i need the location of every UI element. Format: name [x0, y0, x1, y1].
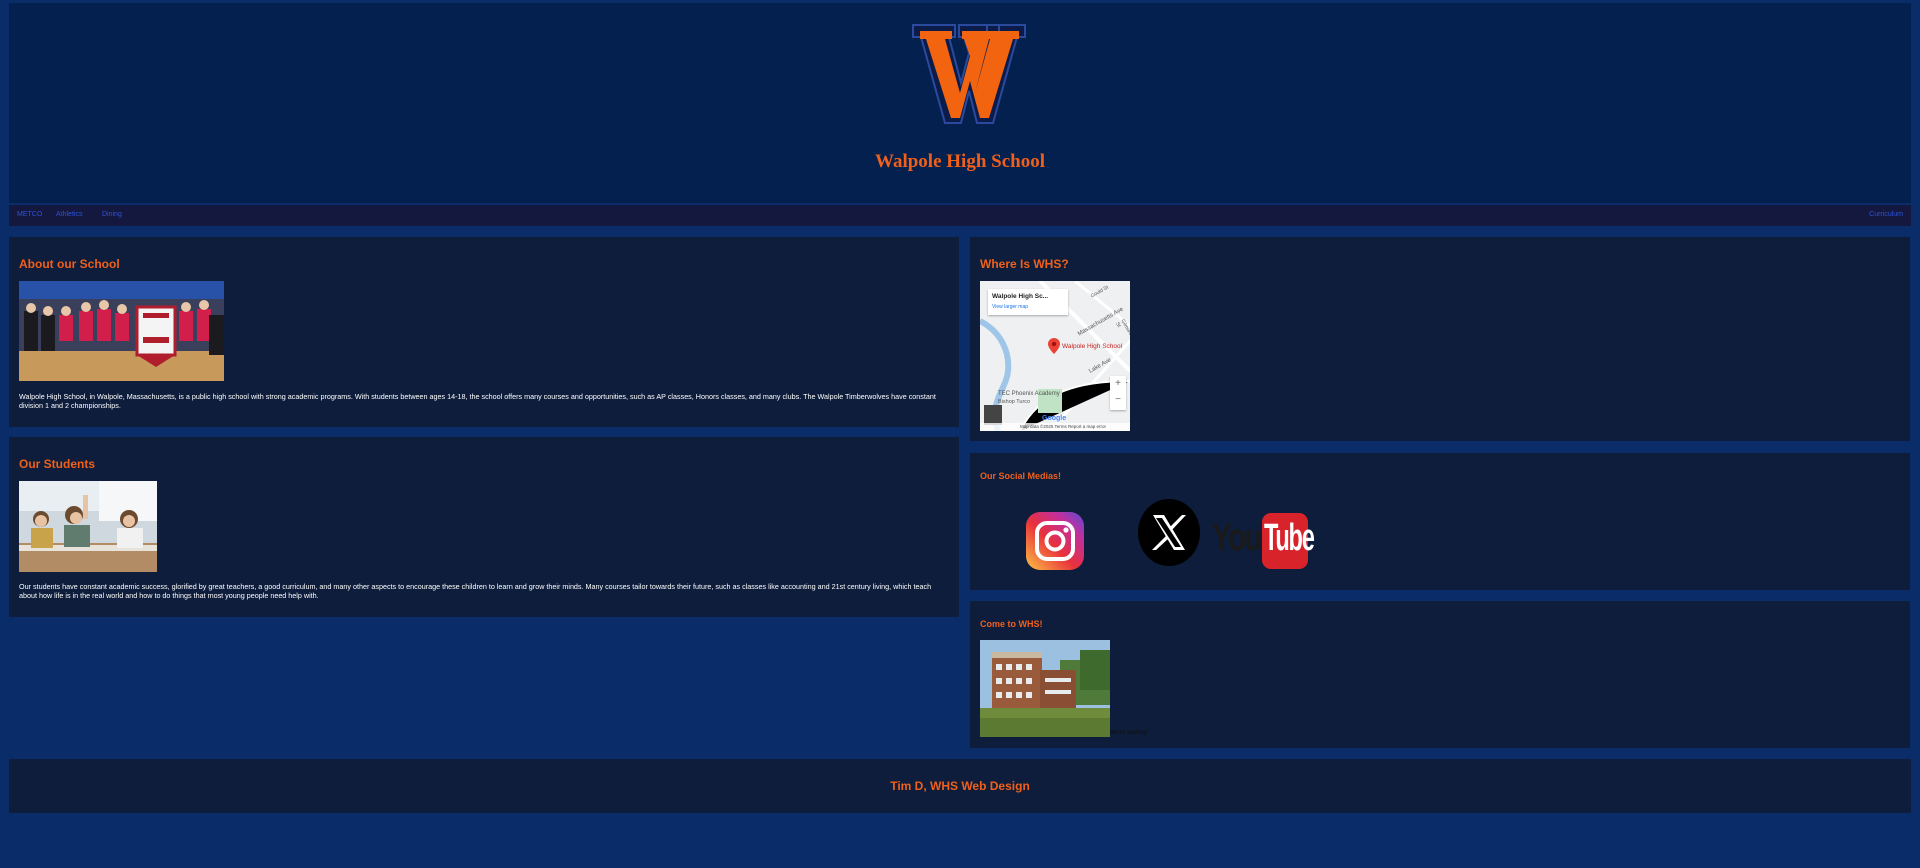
nav-bar: METCO Athletics Dining Curriculum: [9, 205, 1911, 226]
nav-link-dining[interactable]: Dining: [102, 211, 122, 218]
about-title: About our School: [19, 257, 120, 271]
x-twitter-icon[interactable]: [1138, 499, 1200, 566]
youtube-icon[interactable]: You Tube: [1212, 513, 1315, 569]
site-footer: Tim D, WHS Web Design: [9, 759, 1911, 813]
school-building-photo: [980, 640, 1110, 737]
youtube-tube-box: Tube: [1262, 513, 1315, 569]
students-title: Our Students: [19, 457, 96, 471]
youtube-you-text: You: [1212, 517, 1263, 559]
google-logo: Google: [1042, 415, 1067, 422]
students-text: Our students have constant academic succ…: [19, 582, 932, 600]
visit-panel: Come to WHS! We're waiting!: [970, 601, 1910, 748]
visit-caption: We're waiting!: [1110, 730, 1148, 736]
about-panel: About our School Walpole High School, in…: [9, 237, 959, 427]
students-photo: [19, 481, 157, 572]
zoom-in-button[interactable]: +: [1110, 376, 1126, 392]
place-label: TEC Phoenix Academy: [998, 391, 1060, 397]
map-card-title: Walpole High Sc...: [992, 293, 1049, 300]
nav-link-metco[interactable]: METCO: [17, 211, 42, 218]
w-logo: [909, 19, 1029, 131]
nav-link-curriculum[interactable]: Curriculum: [1869, 211, 1903, 218]
embedded-map[interactable]: Walpole High Sc... View larger map Gould…: [980, 281, 1130, 431]
school-name: Walpole High School: [875, 151, 1045, 172]
zoom-out-button[interactable]: −: [1110, 392, 1126, 408]
map-footer: Map data ©2025 Terms Report a map error: [980, 423, 1130, 431]
map-info-card: Walpole High Sc... View larger map: [988, 289, 1068, 315]
map-footer-text: Map data ©2025 Terms Report a map error: [1020, 424, 1107, 429]
view-larger-map-link[interactable]: View larger map: [992, 304, 1028, 310]
footer-credit: Tim D, WHS Web Design: [890, 779, 1030, 793]
nav-link-athletics[interactable]: Athletics: [56, 211, 82, 218]
map-pin-label: Walpole High School: [1062, 343, 1123, 350]
social-panel: Our Social Medias! You Tube: [970, 453, 1910, 590]
youtube-tube-text: Tube: [1264, 517, 1315, 559]
place-label: Bishop Turco: [998, 399, 1031, 405]
about-text: Walpole High School, in Walpole, Massach…: [19, 392, 936, 410]
visit-title: Come to WHS!: [980, 619, 1043, 629]
map-zoom-control[interactable]: + −: [1110, 376, 1126, 410]
about-photo: [19, 281, 224, 381]
map-pin-icon[interactable]: [1048, 338, 1060, 354]
students-panel: Our Students Our students have constant …: [9, 437, 959, 617]
social-title: Our Social Medias!: [980, 471, 1062, 481]
site-header: Walpole High School: [9, 3, 1911, 203]
map-title: Where Is WHS?: [980, 257, 1069, 271]
instagram-icon[interactable]: [1026, 512, 1084, 570]
